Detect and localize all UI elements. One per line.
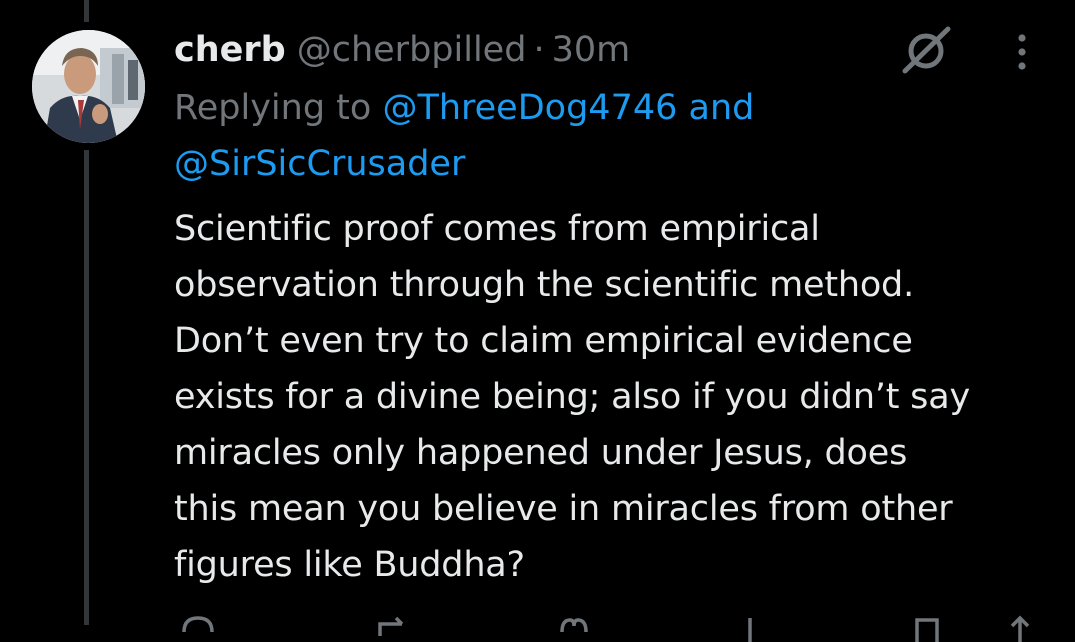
timestamp[interactable]: 30m bbox=[552, 30, 631, 70]
user-handle[interactable]: @cherbpilled bbox=[297, 30, 527, 70]
share-icon[interactable] bbox=[1000, 612, 1040, 642]
action-bar bbox=[174, 612, 1054, 642]
thread-line-bottom bbox=[84, 150, 89, 625]
mention-link-1[interactable]: @ThreeDog4746 bbox=[382, 88, 677, 128]
tweet-header: cherb @cherbpilled · 30m bbox=[174, 26, 630, 74]
separator-dot: · bbox=[533, 30, 545, 70]
reply-icon[interactable] bbox=[178, 612, 218, 642]
like-icon[interactable] bbox=[554, 612, 594, 642]
replying-conjunction: and bbox=[688, 88, 755, 128]
bookmark-icon[interactable] bbox=[909, 612, 949, 642]
thread-line-top bbox=[84, 0, 89, 22]
views-icon[interactable] bbox=[730, 612, 770, 642]
avatar[interactable] bbox=[32, 30, 145, 143]
mention-link-2[interactable]: @SirSicCrusader bbox=[174, 144, 465, 184]
display-name[interactable]: cherb bbox=[174, 30, 286, 70]
retweet-icon[interactable] bbox=[374, 612, 414, 642]
replying-prefix: Replying to bbox=[174, 88, 372, 128]
more-vertical-icon[interactable] bbox=[1004, 30, 1040, 74]
profile-photo bbox=[32, 30, 145, 143]
tweet-text: Scientific proof comes from empirical ob… bbox=[174, 209, 970, 585]
grok-icon[interactable] bbox=[900, 24, 954, 76]
replying-to: Replying to @ThreeDog4746 and @SirSicCru… bbox=[174, 80, 1054, 192]
